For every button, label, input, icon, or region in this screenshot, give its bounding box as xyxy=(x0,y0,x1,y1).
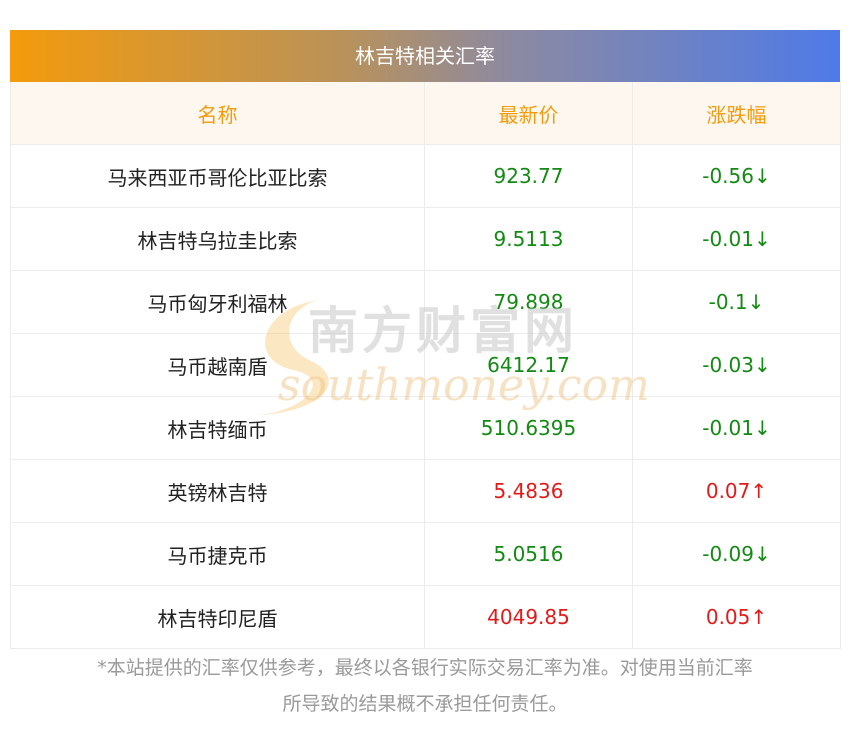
table-row: 林吉特印尼盾 4049.85 0.05↑ xyxy=(10,585,841,649)
cell-name: 林吉特印尼盾 xyxy=(10,585,425,649)
cell-change: -0.1↓ xyxy=(632,270,841,334)
cell-name: 马币捷克币 xyxy=(10,522,425,586)
disclaimer-line-1: *本站提供的汇率仅供参考，最终以各银行实际交易汇率为准。对使用当前汇率 xyxy=(97,657,753,679)
cell-price: 510.6395 xyxy=(424,396,633,460)
table-body: 马来西亚币哥伦比亚比索 923.77 -0.56↓ 林吉特乌拉圭比索 9.5113 -0.… xyxy=(10,144,841,649)
cell-change: -0.03↓ xyxy=(632,333,841,397)
disclaimer: *本站提供的汇率仅供参考，最终以各银行实际交易汇率为准。对使用当前汇率 所导致的… xyxy=(10,650,840,722)
cell-price: 6412.17 xyxy=(424,333,633,397)
table-row: 马币匈牙利福林 79.898 -0.1↓ xyxy=(10,270,841,334)
cell-change: -0.56↓ xyxy=(632,144,841,208)
table-row: 英镑林吉特 5.4836 0.07↑ xyxy=(10,459,841,523)
panel-title: 林吉特相关汇率 xyxy=(10,30,840,82)
cell-name: 马来西亚币哥伦比亚比索 xyxy=(10,144,425,208)
cell-change: -0.01↓ xyxy=(632,396,841,460)
table-row: 马来西亚币哥伦比亚比索 923.77 -0.56↓ xyxy=(10,144,841,208)
cell-price: 5.4836 xyxy=(424,459,633,523)
table-row: 林吉特缅币 510.6395 -0.01↓ xyxy=(10,396,841,460)
cell-price: 79.898 xyxy=(424,270,633,334)
cell-name: 林吉特乌拉圭比索 xyxy=(10,207,425,271)
table-header-row: 名称 最新价 涨跌幅 xyxy=(10,82,841,145)
cell-name: 马币越南盾 xyxy=(10,333,425,397)
cell-name: 马币匈牙利福林 xyxy=(10,270,425,334)
cell-price: 9.5113 xyxy=(424,207,633,271)
cell-change: -0.09↓ xyxy=(632,522,841,586)
rates-table: 名称 最新价 涨跌幅 马来西亚币哥伦比亚比索 923.77 -0.56↓ 林吉特乌拉圭… xyxy=(10,82,841,649)
cell-change: 0.07↑ xyxy=(632,459,841,523)
table-row: 马币越南盾 6412.17 -0.03↓ xyxy=(10,333,841,397)
cell-price: 4049.85 xyxy=(424,585,633,649)
table-row: 林吉特乌拉圭比索 9.5113 -0.01↓ xyxy=(10,207,841,271)
header-name: 名称 xyxy=(10,82,425,145)
cell-name: 英镑林吉特 xyxy=(10,459,425,523)
exchange-rate-panel: 林吉特相关汇率 名称 最新价 涨跌幅 马来西亚币哥伦比亚比索 923.77 -0.5… xyxy=(10,30,841,649)
cell-price: 5.0516 xyxy=(424,522,633,586)
cell-price: 923.77 xyxy=(424,144,633,208)
cell-name: 林吉特缅币 xyxy=(10,396,425,460)
cell-change: -0.01↓ xyxy=(632,207,841,271)
header-price: 最新价 xyxy=(424,82,633,145)
header-change: 涨跌幅 xyxy=(632,82,841,145)
disclaimer-line-2: 所导致的结果概不承担任何责任。 xyxy=(282,693,568,715)
cell-change: 0.05↑ xyxy=(632,585,841,649)
table-row: 马币捷克币 5.0516 -0.09↓ xyxy=(10,522,841,586)
